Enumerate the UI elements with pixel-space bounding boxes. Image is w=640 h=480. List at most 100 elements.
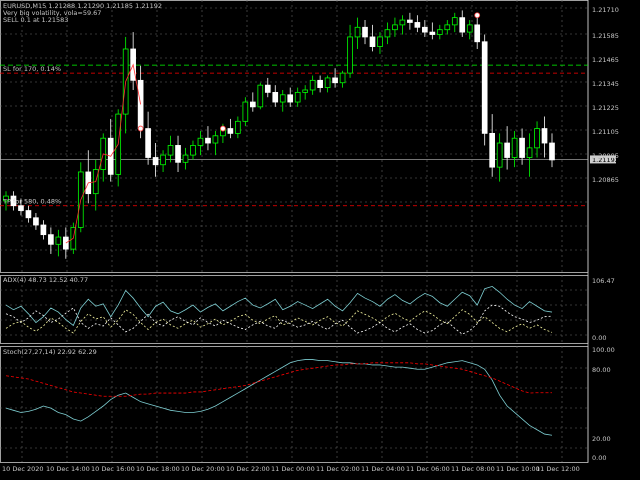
time-tick: 11 Dec 02:00 bbox=[316, 465, 360, 473]
candle-body bbox=[466, 24, 473, 33]
adx-panel bbox=[5, 285, 553, 335]
time-tick: 10 Dec 22:00 bbox=[226, 465, 270, 473]
candle-body bbox=[362, 26, 368, 38]
panel-frames bbox=[0, 0, 589, 463]
time-tick: 10 Dec 18:00 bbox=[136, 465, 180, 473]
candle-body bbox=[377, 36, 383, 47]
candle-body bbox=[287, 94, 294, 103]
candle-body bbox=[48, 234, 54, 245]
candle-body bbox=[407, 19, 413, 23]
stoch-tick-20: 20.00 bbox=[592, 435, 611, 443]
candle-body bbox=[309, 79, 316, 91]
tp-label: TP for 580, 0.48% bbox=[2, 198, 61, 206]
candle-body bbox=[40, 224, 47, 236]
candle-body bbox=[205, 137, 211, 144]
candle-body bbox=[519, 137, 525, 158]
candle-body bbox=[414, 22, 421, 28]
chart-canvas[interactable]: EURUSD,M15 1.21288 1.21290 1.21185 1.211… bbox=[0, 0, 640, 480]
candle-body bbox=[160, 154, 166, 166]
chart-window: EURUSD,M15 1.21288 1.21290 1.21185 1.211… bbox=[0, 0, 640, 480]
candle-body bbox=[294, 91, 301, 103]
adx-label: ADX(4) 48.73 12.52 40.77 bbox=[3, 276, 88, 284]
candle-body bbox=[18, 205, 24, 211]
trade-marker bbox=[474, 12, 481, 19]
order-text: SELL 0.1 at 1.21583 bbox=[3, 16, 68, 24]
candle-body bbox=[496, 142, 503, 168]
time-tick: 10 Dec 16:00 bbox=[91, 465, 135, 473]
candle-body bbox=[504, 142, 510, 158]
adx-plus-di-line bbox=[5, 309, 553, 334]
candle-body bbox=[332, 77, 338, 84]
candle-body bbox=[422, 26, 428, 33]
price-tick: 1.20985 bbox=[592, 152, 619, 160]
price-tick: 1.20865 bbox=[592, 176, 619, 184]
adx-tick-max: 106.47 bbox=[592, 277, 615, 285]
candle-body bbox=[25, 210, 32, 219]
stoch-panel bbox=[5, 359, 553, 436]
time-axis: 10 Dec 2020 10 Dec 14:00 10 Dec 16:00 10… bbox=[2, 465, 580, 473]
candle-body bbox=[242, 101, 249, 122]
candle-body bbox=[526, 147, 533, 158]
panel-border bbox=[0, 346, 589, 463]
candle-body bbox=[354, 26, 361, 38]
candle-body bbox=[541, 128, 548, 144]
time-tick: 10 Dec 20:00 bbox=[181, 465, 225, 473]
price-tick: 1.21710 bbox=[592, 6, 619, 14]
candle-body bbox=[399, 19, 406, 26]
time-tick: 10 Dec 2020 bbox=[2, 465, 44, 473]
stoch-tick-0: 0.00 bbox=[592, 454, 606, 462]
candle-body bbox=[511, 137, 518, 158]
candle-body bbox=[459, 17, 466, 33]
time-tick: 11 Dec 04:00 bbox=[361, 465, 405, 473]
candle-body bbox=[182, 154, 189, 163]
candle-body bbox=[33, 217, 39, 226]
stoch-tick-80: 80.00 bbox=[592, 366, 611, 374]
candle-body bbox=[474, 24, 481, 43]
time-tick: 11 Dec 08:00 bbox=[451, 465, 495, 473]
candle-body bbox=[227, 128, 234, 134]
candle-body bbox=[489, 132, 495, 168]
candle-body bbox=[451, 17, 458, 26]
candle-body bbox=[384, 29, 391, 38]
price-tick: 1.21465 bbox=[592, 56, 619, 64]
price-tick: 1.21345 bbox=[592, 80, 619, 88]
candle-body bbox=[257, 84, 264, 108]
candle-body bbox=[302, 89, 309, 93]
time-tick: 10 Dec 14:00 bbox=[46, 465, 90, 473]
candle-body bbox=[212, 135, 219, 144]
candle-body bbox=[272, 91, 279, 103]
candle-body bbox=[436, 29, 443, 35]
candle-body bbox=[481, 41, 488, 134]
candle-body bbox=[175, 145, 181, 163]
candle-body bbox=[429, 31, 436, 35]
price-tick: 1.21585 bbox=[592, 32, 619, 40]
time-tick: 11 Dec 12:00 bbox=[536, 465, 580, 473]
trade-marker bbox=[137, 125, 144, 132]
price-axis: 1.21710 1.21585 1.21465 1.21345 1.21225 … bbox=[592, 6, 619, 184]
time-tick: 11 Dec 00:00 bbox=[271, 465, 315, 473]
candle-body bbox=[249, 101, 256, 108]
candle-body bbox=[549, 142, 555, 161]
candle-body bbox=[279, 94, 286, 103]
grid-lines bbox=[0, 0, 588, 462]
sl-label: SL for 170, 0.14% bbox=[3, 65, 61, 73]
candle-body bbox=[152, 157, 159, 166]
candle-body bbox=[534, 128, 540, 149]
candle-body bbox=[444, 24, 451, 31]
candle-body bbox=[235, 120, 241, 134]
trend-line bbox=[65, 63, 142, 244]
stoch-main-line bbox=[5, 359, 553, 436]
candle-body bbox=[264, 84, 271, 93]
stoch-tick-100: 100.00 bbox=[592, 346, 615, 354]
candle-body bbox=[145, 128, 151, 158]
candle-body bbox=[317, 79, 323, 88]
adx-tick-min: 0.00 bbox=[592, 334, 606, 342]
candle-body bbox=[167, 145, 174, 156]
candle-body bbox=[347, 36, 353, 74]
time-tick: 11 Dec 06:00 bbox=[406, 465, 450, 473]
stoch-label: Stoch(27,27,14) 22.92 62.29 bbox=[3, 348, 97, 356]
candle-body bbox=[197, 137, 204, 146]
candle-body bbox=[190, 145, 196, 156]
price-tick: 1.21225 bbox=[592, 104, 619, 112]
candle-body bbox=[339, 72, 346, 84]
